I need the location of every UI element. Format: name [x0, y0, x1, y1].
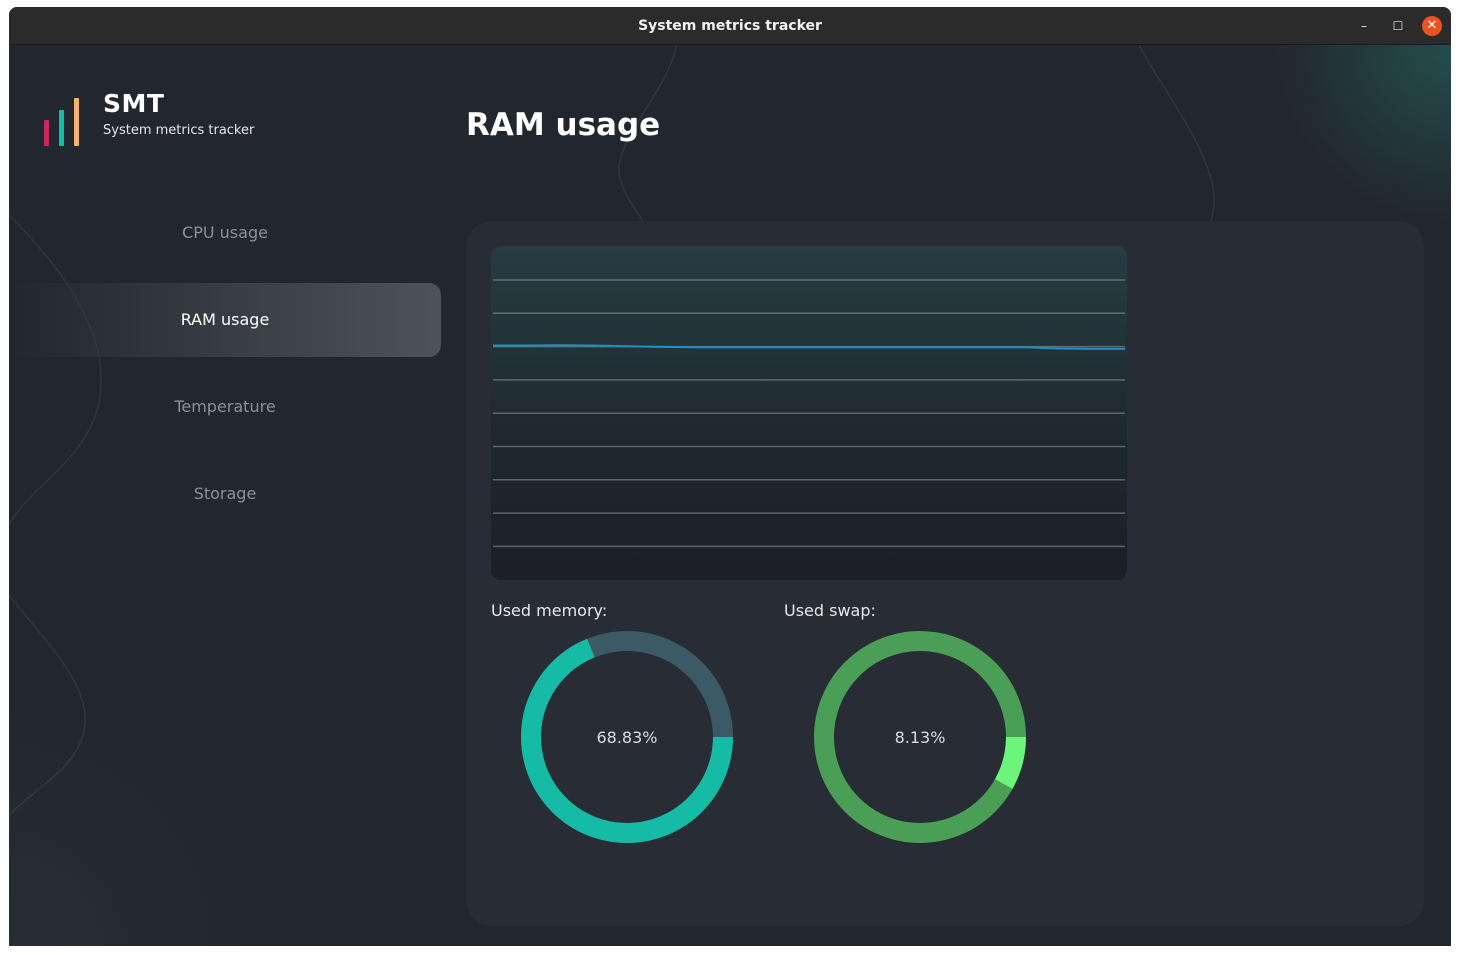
app-content: SMT System metrics tracker CPU usage RAM… — [9, 45, 1451, 946]
sidebar-item-cpu-usage[interactable]: CPU usage — [9, 196, 441, 270]
window-title: System metrics tracker — [638, 18, 822, 34]
title-bar: System metrics tracker – ☐ ✕ — [9, 7, 1451, 45]
used-memory-value: 68.83% — [596, 728, 658, 747]
maximize-button[interactable]: ☐ — [1388, 16, 1408, 36]
minimize-button[interactable]: – — [1354, 16, 1374, 36]
sidebar-item-temperature[interactable]: Temperature — [9, 370, 441, 444]
used-memory-label: Used memory: — [491, 601, 608, 620]
ram-usage-graph — [491, 246, 1127, 580]
app-subtitle: System metrics tracker — [103, 123, 255, 138]
ram-usage-chart — [493, 279, 1125, 548]
used-swap-value: 8.13% — [894, 728, 946, 747]
page-title: RAM usage — [466, 107, 661, 143]
metrics-card: Used memory: Used swap: 68.83% 8.13% — [466, 221, 1424, 926]
close-button[interactable]: ✕ — [1422, 16, 1442, 36]
app-name: SMT — [103, 89, 165, 118]
sidebar-item-ram-usage[interactable]: RAM usage — [9, 283, 441, 357]
used-swap-label: Used swap: — [784, 601, 876, 620]
app-logo-icon — [43, 98, 83, 154]
sidebar-item-storage[interactable]: Storage — [9, 457, 441, 531]
app-window: System metrics tracker – ☐ ✕ SMT System … — [9, 7, 1451, 946]
